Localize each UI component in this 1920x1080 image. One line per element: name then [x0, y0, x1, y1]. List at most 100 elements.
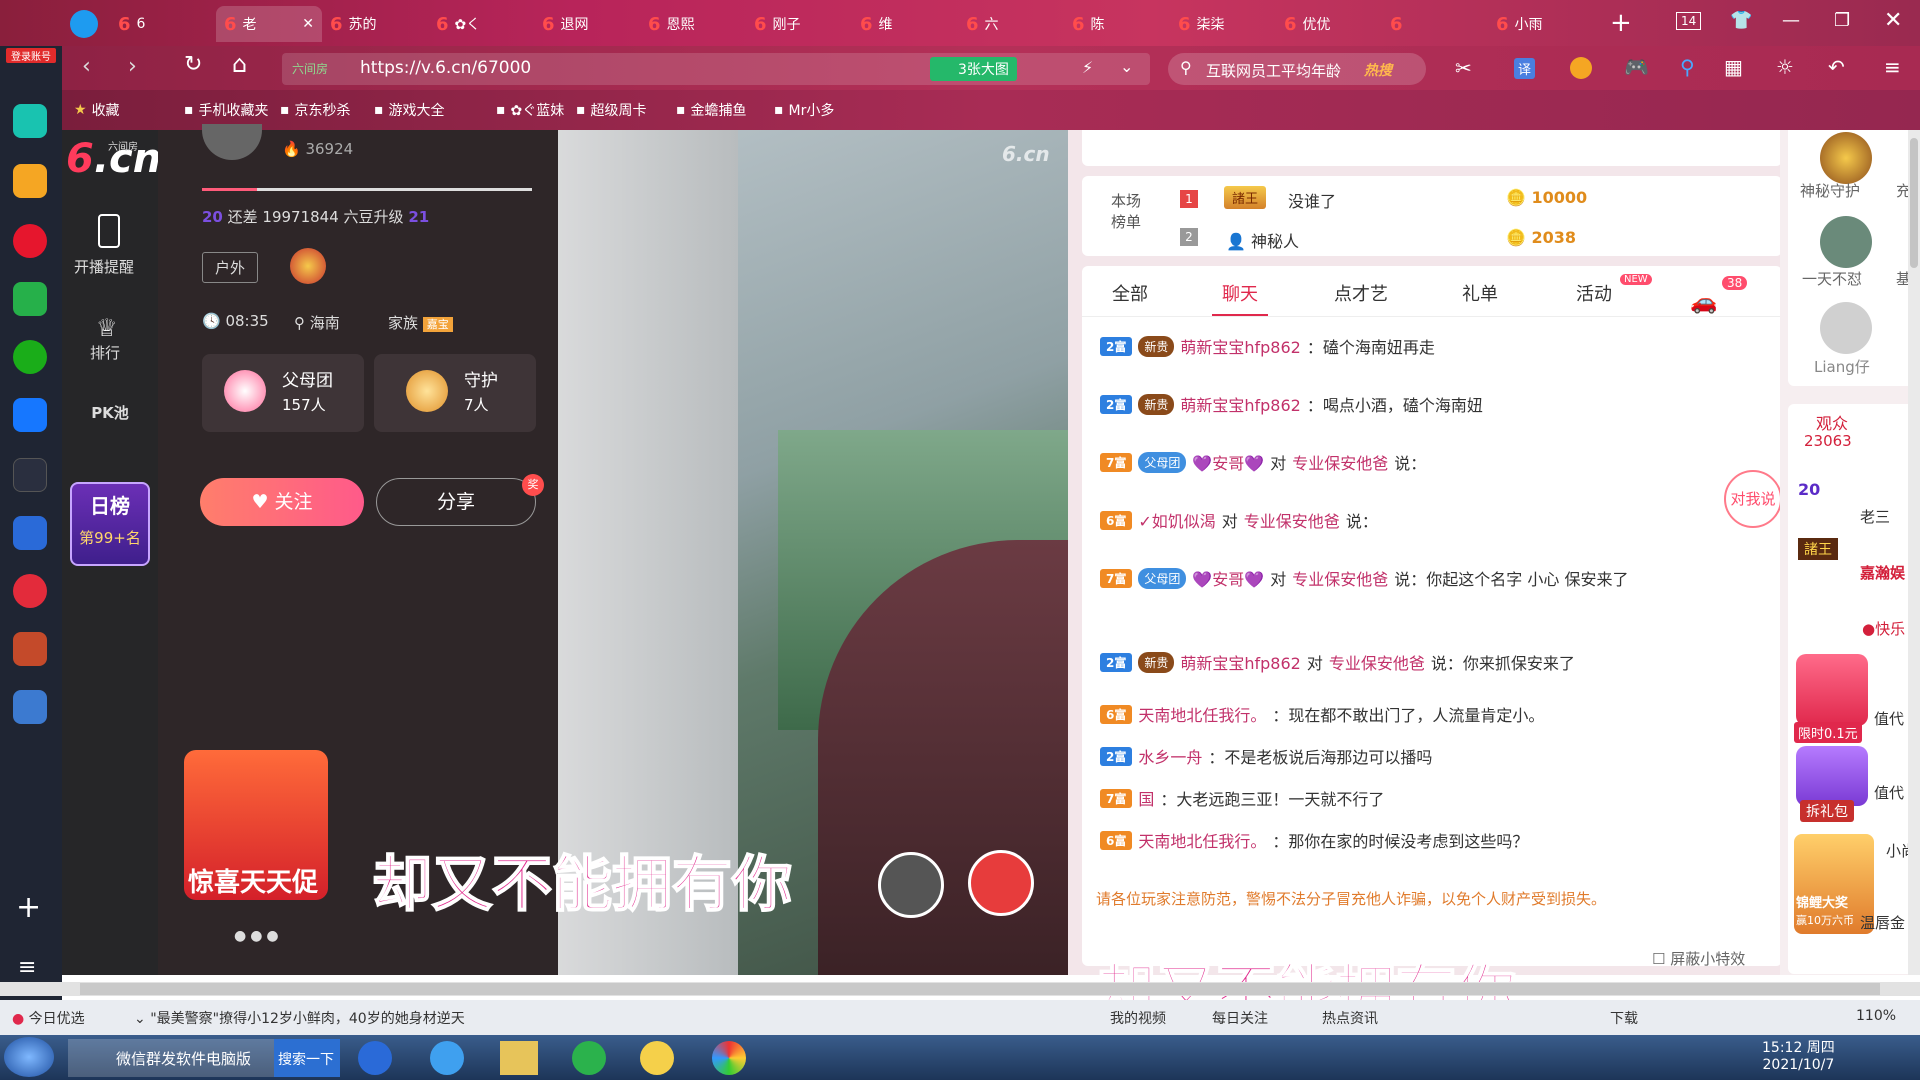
- back-icon[interactable]: ‹: [82, 54, 91, 79]
- store-icon[interactable]: [13, 574, 47, 608]
- chat-username[interactable]: 国: [1138, 786, 1154, 810]
- guard-avatar-3[interactable]: [1820, 302, 1872, 354]
- leaderboard-title[interactable]: 本场榜单: [1106, 190, 1146, 232]
- browser-tab[interactable]: 6维: [852, 6, 958, 42]
- gamepad-icon[interactable]: 🎮: [1624, 55, 1649, 79]
- news-headline[interactable]: ⌄ "最美警察"撩得小12岁小鲜肉，40岁的她身材逆天: [134, 1008, 465, 1028]
- viewer-2[interactable]: 嘉瀚娱: [1860, 562, 1905, 583]
- chat-target-username[interactable]: 专业保安他爸: [1244, 508, 1340, 532]
- follow-button[interactable]: ♥ 关注: [200, 478, 364, 526]
- browser-tab[interactable]: 6陈: [1064, 6, 1170, 42]
- browser-tab[interactable]: 66: [110, 6, 216, 42]
- hamburger-icon[interactable]: ≡: [1884, 55, 1901, 79]
- chat-tab[interactable]: 礼单: [1462, 280, 1498, 306]
- gift-avatar[interactable]: [968, 850, 1034, 916]
- undo-icon[interactable]: ↶: [1828, 55, 1845, 79]
- chat-username[interactable]: 萌新宝宝hfp862: [1180, 392, 1300, 416]
- bookmark-item[interactable]: ★ 收藏: [74, 100, 120, 120]
- parents-group-card[interactable]: 父母团 157人: [202, 354, 364, 432]
- home-icon[interactable]: ⌂: [232, 50, 247, 78]
- clock[interactable]: 15:12 周四 2021/10/7: [1762, 1037, 1835, 1073]
- guard-name-2[interactable]: 一天不怼: [1802, 268, 1862, 289]
- bookmark-item[interactable]: ▪ Mr小多: [774, 100, 834, 120]
- browser-tab[interactable]: 6六: [958, 6, 1064, 42]
- taskbar-app-wechat[interactable]: 微信群发软件电脑版: [68, 1039, 276, 1077]
- status-item-download[interactable]: 下载: [1610, 1008, 1638, 1028]
- taskbar-ie-icon[interactable]: [430, 1041, 464, 1075]
- today-picks[interactable]: ● 今日优选: [12, 1008, 85, 1028]
- lightning-icon[interactable]: ⚡: [1082, 58, 1093, 77]
- browser-tab[interactable]: 6: [1382, 6, 1488, 42]
- restore-icon[interactable]: ❐: [1834, 10, 1850, 31]
- chat-tab[interactable]: 全部: [1112, 280, 1148, 306]
- add-icon[interactable]: +: [16, 890, 41, 925]
- minimize-icon[interactable]: —: [1782, 10, 1800, 31]
- shirt-icon[interactable]: 👕: [1730, 10, 1752, 31]
- chat-tab[interactable]: 点才艺: [1334, 280, 1388, 306]
- chat-tab[interactable]: 聊天: [1222, 280, 1258, 306]
- effects-toggle[interactable]: ☐ 屏蔽小特效: [1652, 948, 1745, 969]
- weibo-icon[interactable]: [13, 224, 47, 258]
- status-item-news[interactable]: 热点资讯: [1322, 1008, 1378, 1028]
- guard-name-1[interactable]: 神秘守护: [1800, 180, 1860, 201]
- status-item-follow[interactable]: 每日关注: [1212, 1008, 1268, 1028]
- send-icon[interactable]: [70, 10, 98, 38]
- car-icon[interactable]: 🚗: [1690, 290, 1717, 315]
- bookmark-item[interactable]: ▪ 游戏大全: [374, 100, 445, 120]
- forward-icon[interactable]: ›: [128, 54, 137, 79]
- viewer-5[interactable]: 值代: [1874, 782, 1904, 803]
- chat-icon[interactable]: [13, 340, 47, 374]
- chat-username[interactable]: 天南地北任我行。: [1138, 828, 1266, 852]
- category-tag[interactable]: 户外: [202, 252, 259, 283]
- address-bar[interactable]: 六间房 https://v.6.cn/67000 3张大图 ⚡ ⌄: [282, 53, 1150, 85]
- avatar[interactable]: [202, 124, 262, 160]
- chat-username[interactable]: ✓如饥似渴: [1138, 508, 1215, 532]
- browser-tab[interactable]: 6 苏的: [322, 6, 428, 42]
- guard-avatar-1[interactable]: [1820, 132, 1872, 184]
- guard-card[interactable]: 守护 7人: [374, 354, 536, 432]
- browser-tab[interactable]: 6 小雨: [1488, 6, 1594, 42]
- viewer-3[interactable]: ●快乐: [1862, 618, 1905, 639]
- image-mode-button[interactable]: 3张大图: [930, 57, 1017, 81]
- bookmark-item[interactable]: ▪ 手机收藏夹: [184, 100, 269, 120]
- chat-username[interactable]: 萌新宝宝hfp862: [1180, 334, 1300, 358]
- search-box[interactable]: ⚲ 互联网员工平均年龄 热搜: [1168, 53, 1426, 85]
- phone-icon[interactable]: [98, 214, 120, 248]
- browser-tab[interactable]: 6 ✿く: [428, 6, 534, 42]
- bookmark-item[interactable]: ▪ 超级周卡: [576, 100, 647, 120]
- new-tab-button[interactable]: +: [1610, 8, 1632, 38]
- mail-icon[interactable]: [13, 282, 47, 316]
- viewer-7[interactable]: 温唇金: [1860, 912, 1905, 933]
- browser-tab[interactable]: 6 退网: [534, 6, 640, 42]
- magnifier-icon[interactable]: ⚲: [1680, 55, 1695, 79]
- guard-name-3[interactable]: Liang仔: [1814, 356, 1870, 377]
- gift-pack-promo[interactable]: [1796, 746, 1868, 806]
- zoom-level[interactable]: 110%: [1856, 1008, 1896, 1024]
- page-scrollbar[interactable]: [1908, 130, 1920, 975]
- horizontal-scrollbar[interactable]: [0, 982, 1920, 996]
- scissors-icon[interactable]: ✂: [1455, 56, 1472, 80]
- grid-icon[interactable]: ▦: [1724, 55, 1743, 79]
- promo-banner[interactable]: 惊喜天天促: [184, 750, 328, 900]
- browser-tab[interactable]: 6 柒柒: [1170, 6, 1276, 42]
- start-button[interactable]: [4, 1037, 54, 1077]
- taskbar-search-button[interactable]: 搜索一下: [274, 1039, 340, 1077]
- guard-avatar-2[interactable]: [1820, 216, 1872, 268]
- chat-tab[interactable]: 活动: [1576, 280, 1612, 306]
- daily-rank-card[interactable]: 日榜 第99+名: [70, 482, 150, 566]
- search-input[interactable]: 互联网员工平均年龄: [1206, 60, 1341, 81]
- rank-1-name[interactable]: 没谁了: [1288, 188, 1336, 212]
- login-button[interactable]: 登录账号: [6, 48, 56, 63]
- red-packet-promo[interactable]: [1796, 654, 1868, 726]
- taskbar-app-icon[interactable]: [640, 1041, 674, 1075]
- translate-button[interactable]: 译: [1514, 58, 1536, 79]
- taskbar-chrome-icon[interactable]: [712, 1041, 746, 1075]
- share-button[interactable]: 分享: [376, 478, 536, 526]
- carousel-dots[interactable]: ●●●: [234, 928, 283, 944]
- talk-to-me-button[interactable]: 对我说: [1724, 470, 1782, 528]
- close-window-icon[interactable]: ✕: [1884, 8, 1902, 33]
- viewer-1[interactable]: 老三: [1860, 506, 1890, 527]
- chat-target-username[interactable]: 专业保安他爸: [1292, 450, 1388, 474]
- rank-2-name[interactable]: 👤 神秘人: [1226, 228, 1299, 252]
- browser-tab[interactable]: 6 恩熙: [640, 6, 746, 42]
